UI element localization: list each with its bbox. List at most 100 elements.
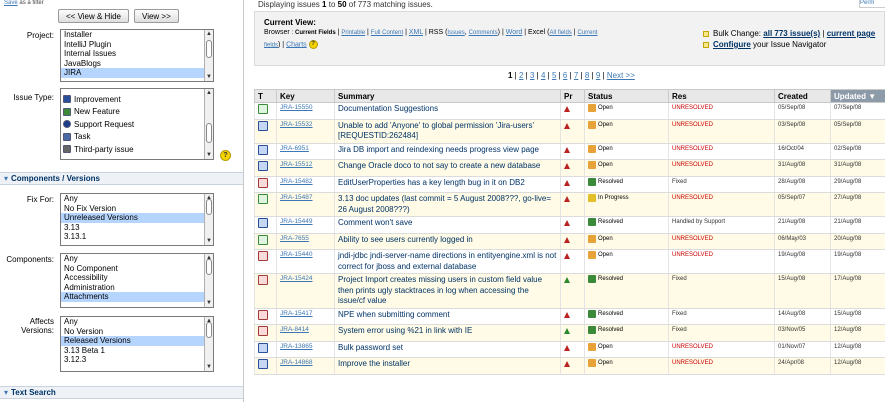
- issue-summary-link[interactable]: Comment won't save: [338, 218, 412, 227]
- scroll-thumb[interactable]: [206, 259, 212, 275]
- table-row[interactable]: JRA-15449 Comment won't save Resolved Handl…: [254, 216, 885, 234]
- project-listbox[interactable]: Installer IntelliJ Plugin Internal Issue…: [60, 29, 214, 82]
- page-link[interactable]: 5: [552, 71, 556, 80]
- col-status[interactable]: Status: [584, 89, 669, 103]
- issue-key-link[interactable]: JRA-7655: [280, 235, 309, 242]
- issue-key-link[interactable]: JRA-15482: [280, 178, 313, 185]
- text-search-header[interactable]: ▾ Text Search: [0, 386, 243, 399]
- configure-link[interactable]: Configure: [713, 40, 751, 49]
- project-option[interactable]: JavaBlogs: [61, 59, 213, 69]
- col-updated[interactable]: Updated ▼: [830, 89, 885, 103]
- affects-option[interactable]: 3.12.3: [61, 355, 213, 365]
- col-created[interactable]: Created: [774, 89, 831, 103]
- col-priority[interactable]: Pr: [560, 89, 585, 103]
- scroll-thumb[interactable]: [206, 322, 212, 338]
- issue-summary-link[interactable]: Change Oracle doco to not say to create …: [338, 161, 540, 170]
- table-row[interactable]: JRA-14868 Improve the installer Open UNRESO…: [254, 357, 885, 375]
- scroll-down-icon[interactable]: ▼: [206, 364, 212, 370]
- fix-for-option[interactable]: 3.13: [61, 223, 213, 233]
- scroll-thumb[interactable]: [206, 123, 212, 143]
- issue-key-link[interactable]: JRA-15424: [280, 275, 313, 282]
- affects-option[interactable]: 3.13 Beta 1: [61, 346, 213, 356]
- components-listbox[interactable]: Any No Component Accessibility Administr…: [60, 253, 214, 308]
- table-row[interactable]: JRA-15482 EditUserProperties has a key le…: [254, 176, 885, 193]
- component-option[interactable]: Accessibility: [61, 273, 213, 283]
- issue-summary-link[interactable]: Project Import creates missing users in …: [338, 275, 542, 305]
- issue-key-link[interactable]: JRA-15550: [280, 104, 313, 111]
- components-versions-header[interactable]: ▾ Components / Versions: [0, 172, 243, 185]
- fix-for-option[interactable]: No Fix Version: [61, 204, 213, 214]
- issue-key-link[interactable]: JRA-14868: [280, 359, 313, 366]
- issue-summary-link[interactable]: NPE when submitting comment: [338, 310, 450, 319]
- next-page-link[interactable]: Next >>: [607, 71, 635, 80]
- project-option[interactable]: IntelliJ Plugin: [61, 40, 213, 50]
- issue-type-option[interactable]: Support Request: [61, 118, 213, 131]
- issue-type-option[interactable]: Third-party issue: [61, 143, 213, 156]
- issue-summary-link[interactable]: Unable to add 'Anyone' to global permiss…: [338, 121, 534, 141]
- issue-summary-link[interactable]: System error using %21 in link with IE: [338, 326, 472, 335]
- issue-summary-link[interactable]: Bulk password set: [338, 343, 403, 352]
- component-option[interactable]: Any: [61, 254, 213, 264]
- page-link[interactable]: 2: [519, 71, 523, 80]
- scroll-thumb[interactable]: [206, 199, 212, 215]
- issue-type-scrollbar[interactable]: ▲ ▼: [204, 89, 213, 159]
- fix-for-listbox[interactable]: Any No Fix Version Unreleased Versions 3…: [60, 193, 214, 246]
- table-row[interactable]: JRA-15487 3.13 doc updates (last commit =…: [254, 192, 885, 217]
- help-icon[interactable]: ?: [220, 150, 231, 161]
- issue-key-link[interactable]: JRA-15417: [280, 310, 313, 317]
- help-icon[interactable]: ?: [308, 40, 318, 49]
- charts-link[interactable]: Charts: [286, 41, 307, 48]
- affects-option[interactable]: Any: [61, 317, 213, 327]
- xml-link[interactable]: XML: [409, 29, 423, 36]
- issue-type-option[interactable]: Improvement: [61, 93, 213, 106]
- table-row[interactable]: JRA-15417 NPE when submitting comment Reso…: [254, 308, 885, 325]
- affects-versions-listbox[interactable]: Any No Version Released Versions 3.13 Be…: [60, 316, 214, 372]
- page-link[interactable]: 7: [574, 71, 578, 80]
- col-resolution[interactable]: Res: [668, 89, 775, 103]
- printable-link[interactable]: Printable: [341, 30, 365, 36]
- project-scrollbar[interactable]: ▲ ▼: [204, 30, 213, 81]
- project-option[interactable]: Internal Issues: [61, 49, 213, 59]
- bulk-all-issues-link[interactable]: all 773 issue(s): [763, 29, 820, 38]
- table-row[interactable]: JRA-15424 Project Import creates missing …: [254, 273, 885, 309]
- col-summary[interactable]: Summary: [334, 89, 561, 103]
- fix-for-option-selected[interactable]: Unreleased Versions: [61, 213, 213, 223]
- scroll-down-icon[interactable]: ▼: [206, 74, 212, 80]
- component-option[interactable]: No Component: [61, 264, 213, 274]
- issue-summary-link[interactable]: Improve the installer: [338, 359, 410, 368]
- scroll-up-icon[interactable]: ▲: [206, 31, 212, 37]
- word-link[interactable]: Word: [506, 29, 523, 36]
- issue-summary-link[interactable]: Jira DB import and reindexing needs prog…: [338, 145, 539, 154]
- issue-summary-link[interactable]: 3.13 doc updates (last commit = 5 August…: [338, 194, 551, 214]
- full-content-link[interactable]: Full Content: [371, 30, 403, 36]
- table-row[interactable]: JRA-15440 jndi-jdbc jndi-server-name dire…: [254, 249, 885, 274]
- component-option-selected[interactable]: Attachments: [61, 292, 213, 302]
- page-link[interactable]: 9: [596, 71, 600, 80]
- excel-current-fields-link[interactable]: fields: [264, 42, 278, 48]
- page-link[interactable]: 8: [585, 71, 589, 80]
- excel-current-link[interactable]: Current: [578, 30, 598, 36]
- affects-option[interactable]: No Version: [61, 327, 213, 337]
- issue-type-option[interactable]: New Feature: [61, 106, 213, 119]
- issue-key-link[interactable]: JRA-15532: [280, 121, 313, 128]
- fix-for-scrollbar[interactable]: ▲ ▼: [204, 194, 213, 245]
- save-filter-link[interactable]: Save: [4, 0, 18, 6]
- project-option[interactable]: Installer: [61, 30, 213, 40]
- current-fields-link[interactable]: : Current Fields: [292, 30, 336, 36]
- issue-summary-link[interactable]: Ability to see users currently logged in: [338, 235, 473, 244]
- scroll-down-icon[interactable]: ▼: [206, 152, 212, 158]
- fix-for-option[interactable]: 3.13.1: [61, 232, 213, 242]
- issue-key-link[interactable]: JRA-15512: [280, 161, 313, 168]
- table-row[interactable]: JRA-7655 Ability to see users currently l…: [254, 233, 885, 250]
- affects-scrollbar[interactable]: ▲ ▼: [204, 317, 213, 371]
- issue-key-link[interactable]: JRA-15449: [280, 218, 313, 225]
- issue-key-link[interactable]: JRA-13865: [280, 343, 313, 350]
- issue-summary-link[interactable]: Documentation Suggestions: [338, 104, 438, 113]
- table-row[interactable]: JRA-15532 Unable to add 'Anyone' to globa…: [254, 119, 885, 144]
- bulk-current-page-link[interactable]: current page: [827, 29, 875, 38]
- issue-key-link[interactable]: JRA-15487: [280, 194, 313, 201]
- issue-summary-link[interactable]: EditUserProperties has a key length bug …: [338, 178, 525, 187]
- col-type[interactable]: T: [254, 89, 277, 103]
- page-link[interactable]: 3: [530, 71, 534, 80]
- permalink-link[interactable]: Perm: [859, 0, 885, 8]
